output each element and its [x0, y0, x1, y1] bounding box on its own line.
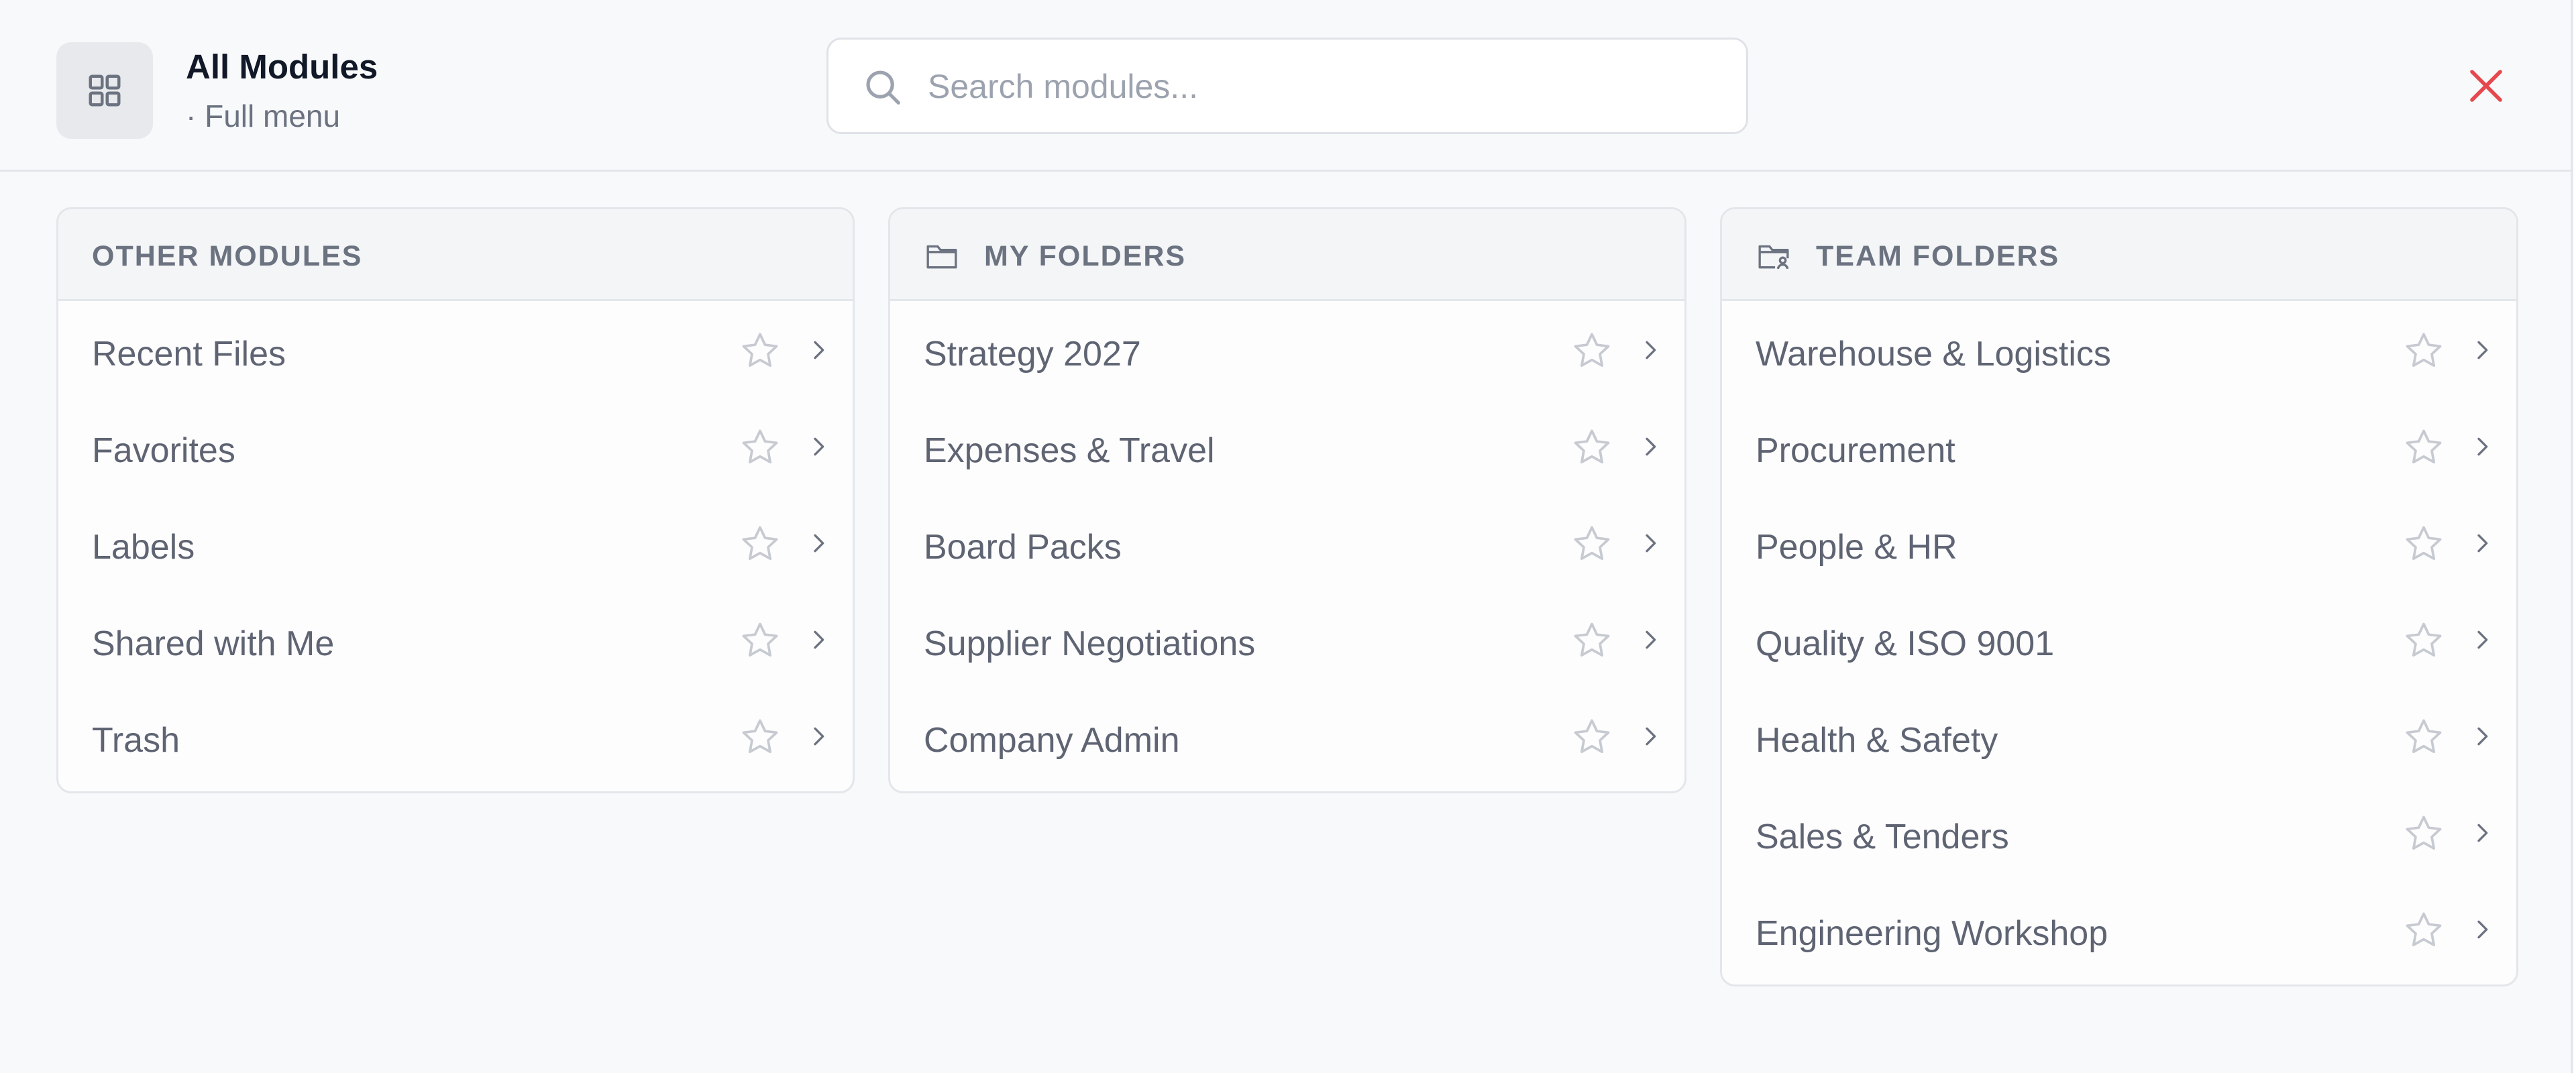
chevron-right-icon: [2469, 820, 2496, 850]
grid-icon: [56, 42, 153, 139]
star-outline-icon[interactable]: [1570, 426, 1613, 472]
star-outline-icon[interactable]: [2402, 619, 2445, 665]
star-outline-icon[interactable]: [739, 329, 782, 376]
list-item[interactable]: Supplier Negotiations: [890, 594, 1684, 691]
chevron-right-icon: [2469, 530, 2496, 560]
search-input[interactable]: [926, 40, 1721, 133]
list-item-label: Trash: [92, 721, 180, 760]
star-outline-icon[interactable]: [2402, 522, 2445, 569]
star-outline-icon[interactable]: [739, 716, 782, 762]
list-item[interactable]: Quality & ISO 9001: [1722, 594, 2516, 691]
list-item-label: Recent Files: [92, 335, 286, 374]
section-title: TEAM FOLDERS: [1816, 240, 2060, 272]
close-icon: [2470, 70, 2502, 102]
page-title: All Modules: [186, 48, 378, 86]
folder-list: Warehouse & Logistics Procurement People &…: [1722, 301, 2516, 984]
section-header: OTHER MODULES: [58, 209, 853, 301]
chevron-right-icon: [805, 337, 832, 367]
list-item[interactable]: Engineering Workshop: [1722, 884, 2516, 980]
section-my-folders: MY FOLDERS Strategy 2027 Expenses & Trave…: [888, 207, 1686, 793]
list-item[interactable]: Warehouse & Logistics: [1722, 304, 2516, 401]
list-item-label: Sales & Tenders: [1756, 817, 2009, 856]
list-item[interactable]: Company Admin: [890, 691, 1684, 787]
chevron-right-icon: [805, 723, 832, 753]
list-item-label: Warehouse & Logistics: [1756, 335, 2111, 374]
page-subtitle: · Full menu: [186, 99, 341, 133]
list-item-label: Shared with Me: [92, 624, 335, 663]
search-box[interactable]: [826, 38, 1748, 134]
chevron-right-icon: [1637, 433, 1664, 463]
star-outline-icon[interactable]: [2402, 909, 2445, 955]
list-item-label: Strategy 2027: [924, 335, 1141, 374]
list-item[interactable]: Sales & Tenders: [1722, 787, 2516, 884]
list-item-label: Quality & ISO 9001: [1756, 624, 2055, 663]
list-item-label: Board Packs: [924, 528, 1122, 567]
modules-panel: All Modules · Full menu OTHER MODULES Re…: [0, 0, 2573, 1073]
star-outline-icon[interactable]: [2402, 812, 2445, 858]
list-item-label: Labels: [92, 528, 195, 567]
list-item-label: Favorites: [92, 431, 235, 470]
search-icon: [862, 66, 904, 111]
star-outline-icon[interactable]: [739, 619, 782, 665]
star-outline-icon[interactable]: [2402, 426, 2445, 472]
module-list: Recent Files Favorites Labels Shared with M…: [58, 301, 853, 791]
chevron-right-icon: [805, 433, 832, 463]
list-item-label: Supplier Negotiations: [924, 624, 1256, 663]
list-item-label: Engineering Workshop: [1756, 914, 2108, 953]
list-item-label: Company Admin: [924, 721, 1180, 760]
section-other-modules: OTHER MODULES Recent Files Favorites Label…: [56, 207, 855, 793]
list-item[interactable]: Expenses & Travel: [890, 401, 1684, 498]
folder-list: Strategy 2027 Expenses & Travel Board Pack…: [890, 301, 1684, 791]
list-item-label: Expenses & Travel: [924, 431, 1215, 470]
section-title: OTHER MODULES: [92, 240, 363, 272]
list-item[interactable]: Trash: [58, 691, 853, 787]
star-outline-icon[interactable]: [739, 426, 782, 472]
list-item[interactable]: People & HR: [1722, 498, 2516, 594]
list-item[interactable]: Health & Safety: [1722, 691, 2516, 787]
chevron-right-icon: [2469, 723, 2496, 753]
list-item[interactable]: Favorites: [58, 401, 853, 498]
chevron-right-icon: [2469, 337, 2496, 367]
list-item-label: Procurement: [1756, 431, 1955, 470]
list-item[interactable]: Strategy 2027: [890, 304, 1684, 401]
list-item-label: People & HR: [1756, 528, 1957, 567]
star-outline-icon[interactable]: [739, 522, 782, 569]
list-item-label: Health & Safety: [1756, 721, 1998, 760]
star-outline-icon[interactable]: [2402, 716, 2445, 762]
list-item[interactable]: Procurement: [1722, 401, 2516, 498]
chevron-right-icon: [1637, 723, 1664, 753]
panel-header: All Modules · Full menu: [0, 0, 2571, 172]
section-team-folders: TEAM FOLDERS Warehouse & Logistics Procur…: [1720, 207, 2518, 986]
chevron-right-icon: [2469, 626, 2496, 657]
list-item[interactable]: Board Packs: [890, 498, 1684, 594]
star-outline-icon[interactable]: [1570, 619, 1613, 665]
chevron-right-icon: [2469, 433, 2496, 463]
section-header: MY FOLDERS: [890, 209, 1684, 301]
close-button[interactable]: [2465, 64, 2508, 107]
star-outline-icon[interactable]: [1570, 329, 1613, 376]
chevron-right-icon: [1637, 337, 1664, 367]
folder-user-icon: [1757, 240, 1790, 274]
star-outline-icon[interactable]: [1570, 522, 1613, 569]
list-item[interactable]: Labels: [58, 498, 853, 594]
section-header: TEAM FOLDERS: [1722, 209, 2516, 301]
list-item[interactable]: Recent Files: [58, 304, 853, 401]
chevron-right-icon: [805, 530, 832, 560]
section-title: MY FOLDERS: [984, 240, 1187, 272]
star-outline-icon[interactable]: [1570, 716, 1613, 762]
chevron-right-icon: [1637, 626, 1664, 657]
chevron-right-icon: [1637, 530, 1664, 560]
chevron-right-icon: [805, 626, 832, 657]
list-item[interactable]: Shared with Me: [58, 594, 853, 691]
chevron-right-icon: [2469, 916, 2496, 946]
folder-icon: [925, 240, 959, 274]
star-outline-icon[interactable]: [2402, 329, 2445, 376]
